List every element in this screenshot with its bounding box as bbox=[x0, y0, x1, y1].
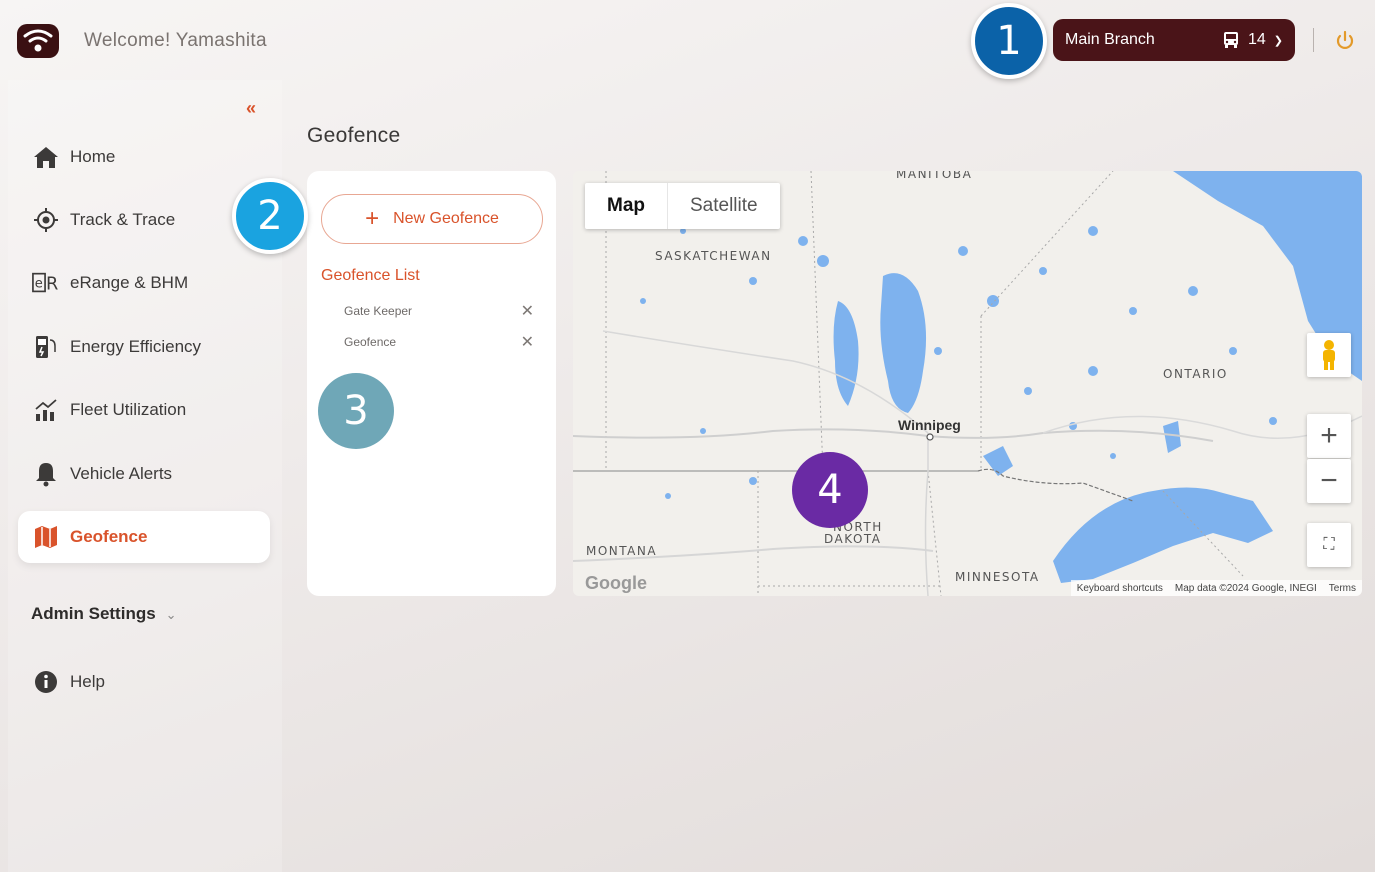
list-item[interactable]: Geofence ✕ bbox=[344, 330, 534, 354]
branch-selector[interactable]: Main Branch 14 ❯ bbox=[1053, 19, 1295, 61]
chart-icon bbox=[32, 396, 60, 424]
page-title: Geofence bbox=[307, 124, 401, 147]
keyboard-shortcuts-link[interactable]: Keyboard shortcuts bbox=[1077, 583, 1163, 594]
map-label: MANITOBA bbox=[896, 171, 973, 181]
logo-icon bbox=[17, 24, 59, 58]
sidebar-item-label: Fleet Utilization bbox=[70, 400, 187, 419]
plus-icon: + bbox=[365, 205, 380, 232]
sidebar-item-energy-efficiency[interactable]: Energy Efficiency bbox=[18, 321, 270, 373]
zoom-out-button[interactable]: − bbox=[1307, 459, 1351, 503]
crosshair-icon bbox=[32, 206, 60, 234]
geofence-map[interactable]: Map Satellite MANITOBA SASKATCHEWAN ONTA… bbox=[573, 171, 1362, 596]
map-type-map[interactable]: Map bbox=[585, 183, 667, 229]
callout-badge-2: 2 bbox=[232, 178, 308, 254]
svg-text:R: R bbox=[46, 275, 58, 295]
geofence-name: Geofence bbox=[344, 335, 397, 349]
close-icon[interactable]: ✕ bbox=[521, 332, 534, 352]
callout-badge-3: 3 bbox=[318, 373, 394, 449]
sidebar-item-label: Vehicle Alerts bbox=[70, 464, 173, 483]
map-data-text: Map data ©2024 Google, INEGI bbox=[1174, 582, 1317, 594]
map-base bbox=[573, 171, 1362, 596]
map-label: DAKOTA bbox=[824, 532, 882, 546]
map-type-toggle: Map Satellite bbox=[585, 183, 780, 229]
sidebar-item-label: Energy Efficiency bbox=[70, 337, 202, 356]
welcome-text: Welcome! Yamashita bbox=[84, 30, 267, 51]
collapse-sidebar-icon[interactable]: « bbox=[246, 98, 256, 119]
new-geofence-label: New Geofence bbox=[393, 210, 499, 227]
charger-icon bbox=[32, 333, 60, 361]
fullscreen-icon[interactable]: ⛶ bbox=[1307, 523, 1351, 567]
admin-settings-label: Admin Settings bbox=[31, 604, 156, 623]
info-icon bbox=[32, 668, 60, 696]
branch-name: Main Branch bbox=[1065, 31, 1155, 48]
divider bbox=[1313, 28, 1314, 52]
map-icon bbox=[32, 523, 60, 551]
admin-settings[interactable]: Admin Settings ⌄ bbox=[31, 604, 177, 624]
bell-icon bbox=[32, 460, 60, 488]
zoom-in-button[interactable]: + bbox=[1307, 414, 1351, 458]
city-label: Winnipeg bbox=[898, 417, 961, 433]
map-type-satellite[interactable]: Satellite bbox=[667, 183, 780, 229]
power-icon[interactable] bbox=[1334, 30, 1356, 52]
sidebar-item-geofence[interactable]: Geofence bbox=[18, 511, 270, 563]
sidebar-item-home[interactable]: Home bbox=[18, 131, 270, 183]
close-icon[interactable]: ✕ bbox=[521, 301, 534, 321]
map-label: MONTANA bbox=[586, 544, 658, 558]
bus-icon bbox=[1223, 32, 1238, 48]
sidebar-item-label: Track & Trace bbox=[70, 210, 176, 229]
chevron-down-icon: ⌄ bbox=[165, 607, 177, 622]
home-icon bbox=[32, 143, 60, 171]
map-label: ONTARIO bbox=[1163, 367, 1228, 381]
vehicle-count: 14 bbox=[1247, 31, 1266, 48]
geofence-name: Gate Keeper bbox=[344, 304, 413, 318]
svg-text:e: e bbox=[35, 277, 43, 292]
geofence-list-title: Geofence List bbox=[321, 267, 420, 284]
map-label: MINNESOTA bbox=[955, 570, 1040, 584]
google-logo: Google bbox=[585, 573, 647, 593]
terms-link[interactable]: Terms bbox=[1329, 583, 1356, 594]
erange-icon: eR bbox=[32, 269, 60, 297]
top-bar: Welcome! Yamashita Main Branch 14 ❯ bbox=[0, 0, 1375, 80]
map-attribution: Keyboard shortcuts Map data ©2024 Google… bbox=[1070, 580, 1362, 596]
list-item[interactable]: Gate Keeper ✕ bbox=[344, 299, 534, 323]
new-geofence-button[interactable]: + New Geofence bbox=[321, 194, 543, 244]
sidebar-item-erange[interactable]: eR eRange & BHM bbox=[18, 257, 270, 309]
chevron-down-icon: ❯ bbox=[1273, 34, 1283, 47]
pegman-icon[interactable] bbox=[1307, 333, 1351, 377]
callout-badge-1: 1 bbox=[971, 3, 1047, 79]
sidebar-item-label: eRange & BHM bbox=[70, 273, 189, 292]
sidebar-item-vehicle-alerts[interactable]: Vehicle Alerts bbox=[18, 448, 270, 500]
sidebar-item-help[interactable]: Help bbox=[18, 656, 270, 708]
map-label: SASKATCHEWAN bbox=[655, 249, 772, 263]
sidebar-item-label: Help bbox=[70, 672, 105, 691]
sidebar-item-label: Home bbox=[70, 147, 116, 166]
sidebar-item-fleet-utilization[interactable]: Fleet Utilization bbox=[18, 384, 270, 436]
callout-badge-4: 4 bbox=[792, 452, 868, 528]
sidebar-item-label: Geofence bbox=[70, 527, 148, 546]
